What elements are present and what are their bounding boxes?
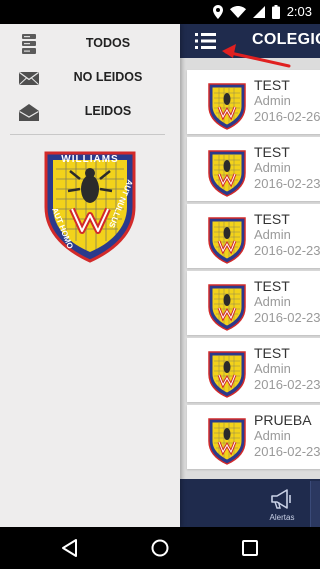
list-item[interactable]: PRUEBA Admin 2016-02-23 (187, 405, 320, 469)
system-navigation-bar (0, 527, 320, 569)
drawer-item-no-leidos[interactable]: NO LEIDOS (10, 62, 170, 94)
drawer-item-label: TODOS (85, 36, 131, 50)
item-title: TEST (254, 345, 290, 361)
item-author: Admin (254, 294, 291, 309)
nav-alertas-label: Alertas (269, 513, 295, 522)
item-date: 2016-02-23 (254, 176, 320, 191)
school-crest-thumbnail (207, 350, 247, 398)
status-icons (213, 5, 280, 19)
navigation-drawer: TODOS NO LEIDOS LEIDOS WILLIAMS AUT HOMO… (0, 24, 180, 527)
item-author: Admin (254, 227, 291, 242)
megaphone-icon (271, 489, 291, 509)
drawer-item-label: NO LEIDOS (73, 70, 143, 84)
item-author: Admin (254, 428, 291, 443)
school-crest-thumbnail (207, 216, 247, 264)
status-bar: 2:03 (0, 0, 320, 24)
school-crest-thumbnail (207, 283, 247, 331)
nav-next-tab[interactable] (310, 481, 320, 527)
item-date: 2016-02-26 (254, 109, 320, 124)
status-time: 2:03 (286, 4, 312, 19)
nav-alertas-button[interactable]: Alertas (262, 483, 302, 523)
back-icon[interactable] (60, 538, 80, 558)
item-title: TEST (254, 278, 290, 294)
envelope-open-icon (19, 104, 39, 121)
drawer-item-leidos[interactable]: LEIDOS (10, 96, 170, 128)
item-author: Admin (254, 160, 291, 175)
item-date: 2016-02-23 (254, 444, 320, 459)
item-title: PRUEBA (254, 412, 312, 428)
item-title: TEST (254, 144, 290, 160)
home-icon[interactable] (150, 538, 170, 558)
school-crest-thumbnail (207, 82, 247, 130)
drawer-item-label: LEIDOS (84, 104, 132, 118)
battery-icon (272, 5, 280, 19)
svg-text:WILLIAMS: WILLIAMS (61, 154, 118, 165)
menu-list-icon[interactable] (194, 30, 218, 52)
signal-icon (253, 6, 265, 18)
wifi-icon (230, 6, 246, 18)
location-icon (213, 5, 223, 19)
main-content: COLEGIO TEST Admin 2016-02-26 TEST Admin… (180, 24, 320, 527)
item-author: Admin (254, 93, 291, 108)
list-item[interactable]: TEST Admin 2016-02-23 (187, 204, 320, 268)
app-title: COLEGIO (252, 31, 320, 48)
drawer-divider (10, 134, 165, 135)
drawer-item-todos[interactable]: TODOS (10, 28, 170, 60)
item-title: TEST (254, 77, 290, 93)
item-date: 2016-02-23 (254, 310, 320, 325)
bottom-navigation: Alertas (180, 479, 320, 527)
envelope-closed-icon (19, 71, 39, 85)
server-stack-icon (22, 34, 36, 54)
school-crest-thumbnail (207, 417, 247, 465)
list-item[interactable]: TEST Admin 2016-02-23 (187, 338, 320, 402)
school-crest-logo: WILLIAMS AUT HOMO AUT NULLUS (44, 151, 136, 263)
list-item[interactable]: TEST Admin 2016-02-26 (187, 70, 320, 134)
list-item[interactable]: TEST Admin 2016-02-23 (187, 137, 320, 201)
item-date: 2016-02-23 (254, 377, 320, 392)
recents-icon[interactable] (240, 538, 260, 558)
list-item[interactable]: TEST Admin 2016-02-23 (187, 271, 320, 335)
app-toolbar: COLEGIO (180, 24, 320, 58)
item-author: Admin (254, 361, 291, 376)
item-date: 2016-02-23 (254, 243, 320, 258)
school-crest-thumbnail (207, 149, 247, 197)
item-title: TEST (254, 211, 290, 227)
